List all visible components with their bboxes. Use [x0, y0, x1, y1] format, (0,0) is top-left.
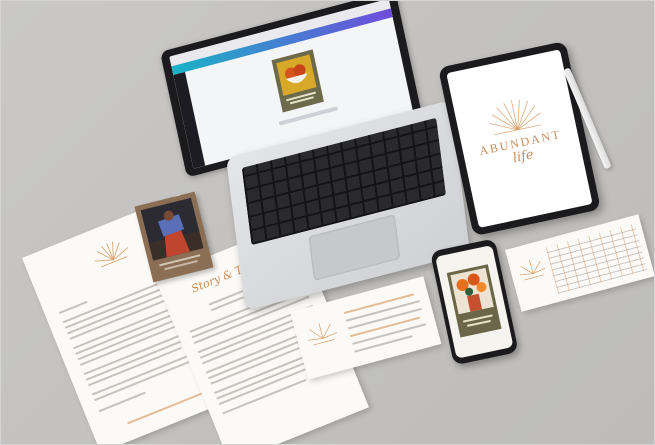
product-mockup-scene: Story & Testimony — [0, 0, 655, 445]
fruit-bowl-illustration — [276, 54, 317, 96]
smartphone — [430, 238, 519, 366]
smartphone-screen — [435, 244, 514, 359]
reading-woman-illustration — [140, 197, 204, 261]
sunburst-icon-card — [307, 322, 338, 346]
planner-sheet-right — [505, 214, 655, 312]
editor-canvas-artwork — [271, 49, 324, 113]
phone-artwork-card — [446, 264, 502, 338]
browser-toolbar — [169, 0, 391, 67]
planner-table-grid — [545, 223, 647, 294]
editor-sidebar — [173, 71, 206, 169]
sunburst-icon-planner — [519, 259, 546, 281]
flowers-vase-illustration — [450, 267, 494, 315]
sunburst-icon — [94, 241, 129, 268]
